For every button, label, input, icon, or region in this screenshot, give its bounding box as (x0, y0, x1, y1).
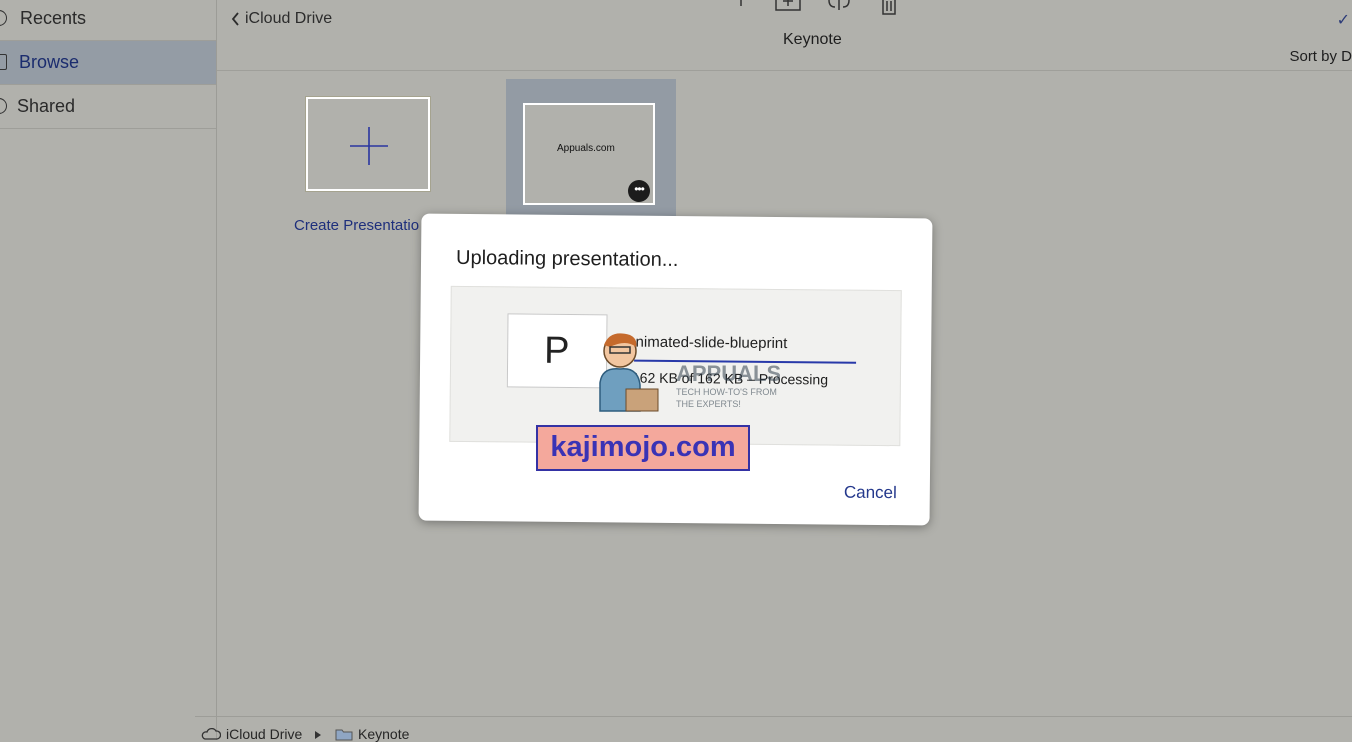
appuals-watermark-logo: APPUALS TECH HOW-TO'S FROM THE EXPERTS! (599, 333, 780, 412)
trash-icon[interactable] (878, 0, 900, 16)
sidebar-item-label: Browse (19, 52, 80, 72)
sidebar-item-label: Shared (17, 96, 76, 116)
appuals-tagline: TECH HOW-TO'S FROM (676, 387, 777, 397)
folder-title: Keynote (783, 31, 842, 48)
sidebar-item-label: Recents (20, 8, 87, 28)
plus-icon (350, 127, 388, 165)
shared-icon (0, 98, 7, 114)
more-options-button[interactable]: ••• (628, 180, 650, 202)
clock-icon (0, 10, 7, 26)
appuals-tagline-2: THE EXPERTS! (676, 399, 741, 409)
back-button[interactable]: iCloud Drive (231, 10, 332, 28)
sidebar: Recents Browse Shared (0, 0, 217, 740)
new-folder-icon[interactable] (775, 0, 801, 12)
sidebar-item-browse[interactable]: Browse (0, 41, 216, 85)
back-button-label: iCloud Drive (245, 10, 333, 27)
upload-icon[interactable] (735, 0, 747, 10)
sidebar-item-shared[interactable]: Shared (0, 85, 216, 129)
path-separator-icon (315, 731, 321, 739)
sidebar-item-recents[interactable]: Recents (0, 0, 216, 41)
cancel-button[interactable]: Cancel (844, 483, 897, 504)
create-presentation-label[interactable]: Create Presentatio (294, 217, 419, 234)
appuals-logo-text: APPUALS (676, 361, 780, 386)
chevron-left-icon (231, 12, 239, 26)
dialog-title: Uploading presentation... (455, 246, 679, 272)
folder-icon (335, 729, 353, 740)
kajimojo-watermark: kajimojo.com (536, 425, 750, 471)
checkmark-icon[interactable]: ✓ (1337, 10, 1350, 30)
document-thumbnail-text: Appuals.com (557, 143, 615, 154)
top-toolbar: iCloud Drive ✓ Keynote Sort by D (217, 0, 1352, 71)
cloud-icon (201, 728, 221, 740)
share-icon[interactable] (825, 0, 853, 12)
path-bar: iCloud Drive Keynote (195, 716, 1352, 742)
folder-icon (0, 54, 7, 70)
create-presentation-tile[interactable] (305, 96, 431, 192)
sort-button[interactable]: Sort by D (1289, 48, 1352, 65)
